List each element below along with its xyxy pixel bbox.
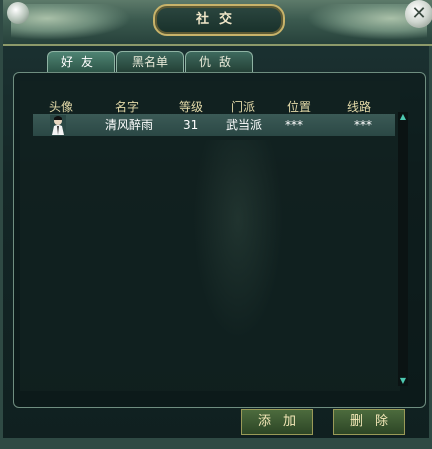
tab-friends[interactable]: 好友 (47, 51, 115, 72)
add-button[interactable]: 添加 (241, 409, 313, 435)
friend-faction: 武当派 (226, 118, 263, 132)
window-title: 社交 (195, 12, 242, 27)
tab-blacklist[interactable]: 黑名单 (116, 51, 184, 72)
scroll-down-icon[interactable]: ▼ (398, 376, 408, 386)
header-name: 名字 (115, 100, 140, 114)
friend-line: *** (354, 118, 372, 132)
friend-name: 清风醉雨 (105, 118, 154, 132)
cloud-ornament-left (11, 4, 131, 40)
header-level: 等级 (179, 100, 204, 114)
friend-location: *** (285, 118, 303, 132)
close-button[interactable]: ✕ (405, 0, 432, 28)
header-location: 位置 (287, 100, 312, 114)
tab-enemies[interactable]: 仇敌 (185, 51, 253, 72)
scrollbar[interactable]: ▲ ▼ (398, 112, 408, 386)
background-figure (193, 140, 283, 340)
table-row[interactable]: 清风醉雨 31 武当派 *** *** (33, 114, 395, 136)
table-header: 头像 名字 等级 门派 位置 线路 (27, 98, 387, 114)
bottom-frame (3, 438, 432, 449)
header-avatar: 头像 (49, 100, 74, 114)
friend-level: 31 (183, 118, 199, 132)
social-window: 社交 ✕ 好友 黑名单 仇敌 头像 名字 等级 门派 位置 线路 清风醉雨 31… (0, 0, 432, 449)
delete-button[interactable]: 删除 (333, 409, 405, 435)
scroll-up-icon[interactable]: ▲ (398, 112, 408, 122)
title-plaque: 社交 (153, 4, 285, 36)
header-faction: 门派 (231, 100, 256, 114)
orb-ornament-icon (7, 2, 29, 24)
character-portrait-icon (50, 115, 66, 135)
header-line: 线路 (347, 100, 372, 114)
title-bar[interactable]: 社交 ✕ (3, 0, 432, 46)
